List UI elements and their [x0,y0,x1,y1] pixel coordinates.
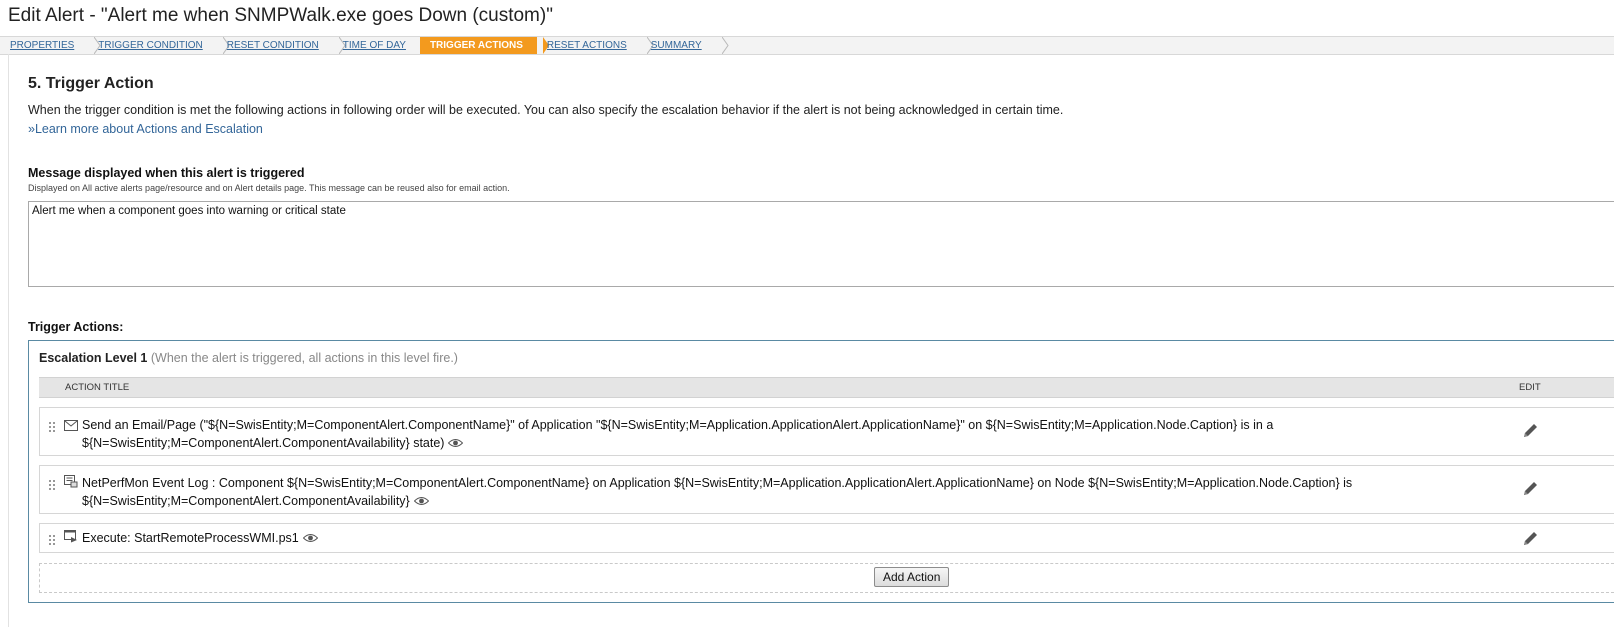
alert-message-textarea[interactable]: Alert me when a component goes into warn… [28,201,1614,287]
step-reset-actions[interactable]: RESET ACTIONS [537,37,654,54]
step-reset-condition[interactable]: RESET CONDITION [217,37,346,54]
action-row: Execute: StartRemoteProcessWMI.ps1 [39,523,1614,553]
action-title-text: Send an Email/Page ("${N=SwisEntity;M=Co… [82,416,1502,453]
edit-pencil-icon[interactable] [1522,529,1540,552]
preview-eye-icon[interactable] [302,530,318,548]
column-edit: EDIT [1519,382,1541,393]
add-action-dropzone: Add Action [39,563,1614,593]
drag-handle-icon[interactable] [48,420,56,432]
actions-table-header: ACTION TITLE EDIT [39,377,1614,398]
action-text: Send an Email/Page ("${N=SwisEntity;M=Co… [82,418,1274,450]
email-icon [64,418,78,436]
edit-pencil-icon[interactable] [1522,421,1540,444]
edit-pencil-icon[interactable] [1522,479,1540,502]
escalation-level-title: Escalation Level 1 (When the alert is tr… [39,351,458,365]
step-trigger-actions[interactable]: TRIGGER ACTIONS [419,37,549,54]
action-row: NetPerfMon Event Log : Component ${N=Swi… [39,465,1614,514]
add-action-button[interactable]: Add Action [874,567,950,587]
preview-eye-icon[interactable] [448,435,464,453]
event-log-icon [64,475,78,493]
drag-handle-icon[interactable] [48,478,56,490]
drag-handle-icon[interactable] [48,533,56,545]
escalation-level-note: (When the alert is triggered, all action… [150,351,458,365]
section-intro: When the trigger condition is met the fo… [28,103,1064,117]
trigger-actions-label: Trigger Actions: [28,320,124,334]
learn-more-link[interactable]: »Learn more about Actions and Escalation [28,122,263,136]
action-text: Execute: StartRemoteProcessWMI.ps1 [82,531,299,545]
main-content: 5. Trigger Action When the trigger condi… [8,54,1614,627]
action-title-text: Execute: StartRemoteProcessWMI.ps1 [82,529,1502,548]
page-title: Edit Alert - "Alert me when SNMPWalk.exe… [8,5,553,26]
action-row: Send an Email/Page ("${N=SwisEntity;M=Co… [39,407,1614,456]
action-title-text: NetPerfMon Event Log : Component ${N=Swi… [82,474,1502,511]
step-properties[interactable]: PROPERTIES [0,37,101,54]
step-summary[interactable]: SUMMARY [641,37,729,54]
escalation-level-panel: Escalation Level 1 (When the alert is tr… [28,340,1614,603]
step-trigger-condition[interactable]: TRIGGER CONDITION [88,37,230,54]
step-time-of-day[interactable]: TIME OF DAY [333,37,433,54]
section-title: 5. Trigger Action [28,75,154,92]
column-action-title: ACTION TITLE [65,382,130,393]
execute-icon [64,530,78,548]
message-help-text: Displayed on All active alerts page/reso… [28,183,510,193]
escalation-level-name: Escalation Level 1 [39,351,148,365]
message-label: Message displayed when this alert is tri… [28,166,305,180]
preview-eye-icon[interactable] [413,493,429,511]
action-text: NetPerfMon Event Log : Component ${N=Swi… [82,476,1353,508]
wizard-breadcrumb: PROPERTIES TRIGGER CONDITION RESET CONDI… [0,36,1614,55]
